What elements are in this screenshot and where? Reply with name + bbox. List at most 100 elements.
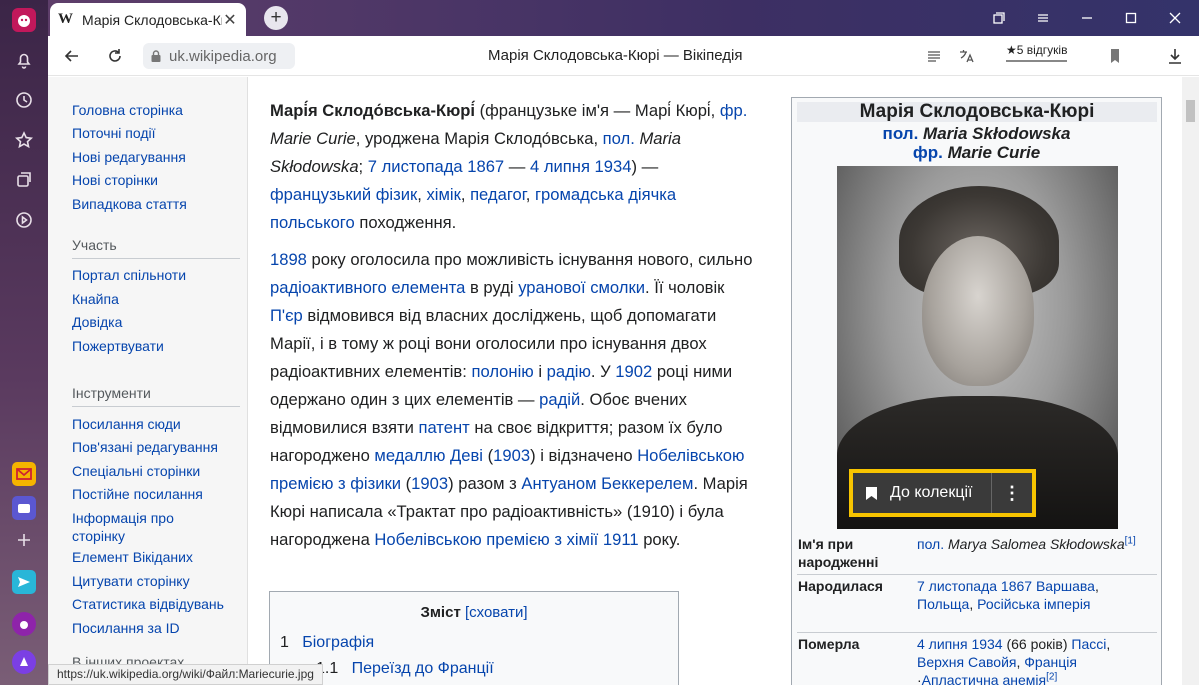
inline-link[interactable]: фр. [720,101,748,120]
url-field[interactable]: uk.wikipedia.org [143,43,295,69]
reload-icon[interactable] [104,45,126,67]
downloads-icon[interactable] [1164,45,1186,67]
more-options-icon[interactable]: ⋮ [992,483,1032,504]
nav-link-recent-changes[interactable]: Нові редагування [72,148,242,166]
inline-link[interactable]: Пассі [1071,636,1106,652]
inline-link[interactable]: медаллю Деві [374,446,483,465]
nav-link-help[interactable]: Довідка [72,313,242,331]
toc-item[interactable]: 1.1 Переїзд до Франції [316,660,494,678]
inline-link[interactable]: 1903 [493,446,530,465]
tab-title: Марія Склодовська-Кюрі [82,11,222,28]
article-content: Марі́я Склодо́вська-Кюрі́ (французьке ім… [248,77,1182,685]
notifications-icon[interactable] [12,48,36,72]
infobox-lang-link[interactable]: фр. [913,143,943,162]
nav-link-community-portal[interactable]: Портал спільноти [72,266,242,284]
tab-close-icon[interactable]: ✕ [222,10,238,30]
close-window-icon[interactable] [1165,8,1185,28]
inline-link[interactable]: Антуаном Беккерелем [521,474,693,493]
market-app-icon[interactable] [12,612,36,636]
messenger-icon[interactable] [12,496,36,520]
portrait-photo[interactable]: До колекції ⋮ [837,166,1118,529]
nav-link-current-events[interactable]: Поточні події [72,124,242,142]
inline-link[interactable]: фізик [376,185,417,204]
page-scrollbar[interactable] [1182,77,1199,685]
reader-mode-icon[interactable] [923,45,945,67]
article-intro-paragraph: Марі́я Склодо́вська-Кюрі́ (французьке ім… [270,97,756,237]
nav-link-url-shortener[interactable]: Посилання за ID [72,619,242,637]
reference-link[interactable]: [2] [1046,671,1057,682]
new-tab-button[interactable]: + [264,6,288,30]
inline-link[interactable]: уранової смолки [518,278,645,297]
bookmark-page-icon[interactable] [1104,45,1126,67]
toc-item-label[interactable]: Переїзд до Франції [352,660,494,677]
inline-link[interactable]: польського [270,213,355,232]
inline-link[interactable]: 4 липня 1934 [917,636,1003,652]
inline-link[interactable]: французький [270,185,371,204]
reference-link[interactable]: [1] [1125,535,1136,546]
send-app-icon[interactable] [12,570,36,594]
inline-link[interactable]: полонію [471,362,533,381]
translate-icon[interactable] [955,45,977,67]
nav-link-cite-page[interactable]: Цитувати сторінку [72,572,242,590]
nav-link-page-views[interactable]: Статистика відвідувань [72,595,242,613]
inline-link[interactable]: радіоактивного елемента [270,278,465,297]
add-to-collection-button[interactable]: До колекції [853,473,992,513]
nav-link-random-article[interactable]: Випадкова стаття [72,195,242,213]
inline-link[interactable]: 1903 [411,474,448,493]
inline-link[interactable]: Варшава [1036,578,1095,594]
inline-link[interactable]: П'єр [270,306,303,325]
tab-active[interactable]: W Марія Склодовська-Кюрі ✕ [50,3,246,36]
nav-link-donate[interactable]: Пожертвувати [72,337,242,355]
inline-link[interactable]: 7 листопада 1867 [368,157,504,176]
nav-link-new-pages[interactable]: Нові сторінки [72,171,242,189]
inline-link[interactable]: хімік [426,185,460,204]
add-panel-icon[interactable] [12,528,36,552]
inline-link[interactable]: пол. [917,536,944,552]
alice-assistant-icon[interactable] [12,650,36,674]
inline-link[interactable]: 1902 [615,362,652,381]
browser-logo-icon[interactable] [12,8,36,32]
nav-link-special-pages[interactable]: Спеціальні сторінки [72,462,242,480]
toc-item-label[interactable]: Біографія [302,634,374,651]
video-icon[interactable] [12,208,36,232]
inline-link[interactable]: 1911 [603,530,639,549]
nav-link-page-info[interactable]: Інформація про сторінку [72,509,202,545]
collections-icon[interactable] [12,168,36,192]
scrollbar-thumb[interactable] [1186,100,1195,122]
inline-link[interactable]: 7 листопада 1867 [917,578,1032,594]
inline-link[interactable]: Франція [1024,654,1077,670]
menu-icon[interactable] [1033,8,1053,28]
mail-icon[interactable] [12,462,36,486]
maximize-icon[interactable] [1121,8,1141,28]
nav-link-main-page[interactable]: Головна сторінка [72,101,242,119]
infobox-lang-link[interactable]: пол. [883,124,919,143]
nav-link-what-links-here[interactable]: Посилання сюди [72,415,242,433]
reviews-badge[interactable]: ★5 відгуків [1006,43,1068,62]
history-icon[interactable] [12,88,36,112]
inline-link[interactable]: пол. [603,129,635,148]
nav-link-permanent-link[interactable]: Постійне посилання [72,485,242,503]
toc-hide-toggle[interactable]: [сховати] [465,604,528,621]
back-icon[interactable] [61,45,83,67]
tabs-manager-icon[interactable] [989,8,1009,28]
inline-text: . Її чоловік [645,278,725,297]
inline-link[interactable]: Верхня Савойя [917,654,1016,670]
inline-link[interactable]: Російська імперія [977,596,1090,612]
inline-link[interactable]: Польща [917,596,969,612]
bookmarks-icon[interactable] [12,128,36,152]
inline-link[interactable]: педагог [470,185,526,204]
inline-link[interactable]: патент [418,418,469,437]
inline-link[interactable]: громадська діячка [535,185,676,204]
toc-item[interactable]: 1 Біографія [280,634,374,652]
nav-link-wikidata-item[interactable]: Елемент Вікіданих [72,548,242,566]
inline-link[interactable]: Апластична анемія [922,672,1046,685]
nav-link-related-changes[interactable]: Пов'язані редагування [72,438,242,456]
inline-link[interactable]: 4 липня 1934 [530,157,631,176]
inline-link[interactable]: Нобелівською премією з хімії [374,530,598,549]
nav-link-village-pump[interactable]: Кнайпа [72,290,242,308]
infobox-row-key: Народилася [798,578,883,594]
inline-link[interactable]: 1898 [270,250,307,269]
inline-link[interactable]: радію [547,362,591,381]
minimize-icon[interactable] [1077,8,1097,28]
inline-link[interactable]: радій [539,390,580,409]
